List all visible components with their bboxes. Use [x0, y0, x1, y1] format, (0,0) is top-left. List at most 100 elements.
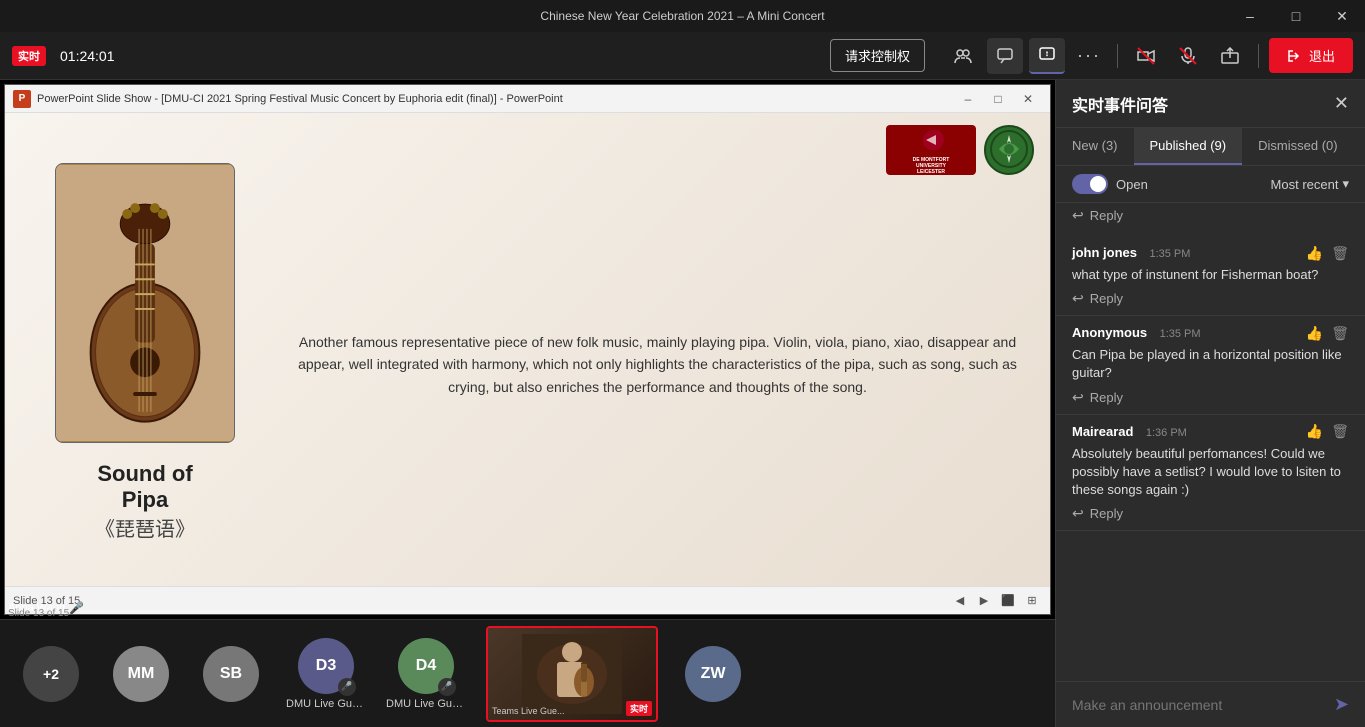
tab-new[interactable]: New (3) — [1056, 128, 1134, 165]
reply-row-1: ↩ Reply — [1072, 284, 1349, 307]
panel-close-button[interactable]: ✕ — [1334, 93, 1349, 114]
top-reply-row: ↩ Reply — [1056, 203, 1365, 228]
participant-mm: MM — [106, 646, 176, 702]
avatar-mm: MM — [113, 646, 169, 702]
qa-time-3: 1:36 PM — [1146, 427, 1187, 439]
window-controls: – □ ✕ — [1227, 0, 1365, 32]
separator — [1117, 44, 1118, 68]
qa-message-2: Anonymous 1:35 PM 👍 🗑 Can Pipa be played… — [1056, 316, 1365, 414]
ppt-close[interactable]: ✕ — [1014, 89, 1042, 109]
participant-zw: ZW — [678, 646, 748, 702]
avatar-d4: D4 🎤 — [398, 638, 454, 694]
qa-message-1-header: john jones 1:35 PM 👍 🗑 — [1072, 244, 1349, 262]
presenter-video: 实时 Teams Live Gue... — [486, 626, 658, 722]
qa-text-3: Absolutely beautiful perfomances! Could … — [1072, 445, 1349, 500]
participants-icon[interactable] — [945, 38, 981, 74]
slide-indicator: Slide 13 of 15 — [8, 608, 69, 619]
avatar-sb: SB — [203, 646, 259, 702]
slide-description: Another famous representative piece of n… — [285, 331, 1030, 398]
meeting-timer: 01:24:01 — [60, 48, 822, 64]
slide-play[interactable]: ▶ — [974, 592, 994, 610]
qa-message-3-meta: Mairearad 1:36 PM — [1072, 423, 1187, 441]
slide-grid[interactable]: ⊞ — [1022, 592, 1042, 610]
d3-label: DMU Live Guest 3 — [286, 698, 366, 710]
toolbar-icons: ··· — [945, 38, 1353, 74]
mic-toggle[interactable] — [1170, 38, 1206, 74]
minimize-button[interactable]: – — [1227, 0, 1273, 32]
qa-text-2: Can Pipa be played in a horizontal posit… — [1072, 346, 1349, 382]
slide-prev[interactable]: ◀ — [950, 592, 970, 610]
pipa-image — [55, 163, 235, 443]
slide-sub-title: Pipa — [95, 487, 195, 513]
announcement-input[interactable] — [1072, 697, 1334, 713]
reply-label-1[interactable]: Reply — [1090, 291, 1123, 306]
qa-message-2-meta: Anonymous 1:35 PM — [1072, 324, 1201, 342]
separator2 — [1258, 44, 1259, 68]
reply-label-2[interactable]: Reply — [1090, 390, 1123, 405]
ppt-window-controls: – □ ✕ — [954, 89, 1042, 109]
delete-button-3[interactable]: 🗑 — [1331, 423, 1349, 440]
d4-mic-icon: 🎤 — [438, 678, 456, 696]
participant-d3: D3 🎤 DMU Live Guest 3 — [286, 638, 366, 710]
slide-left: Sound of Pipa 《琵琶语》 — [25, 163, 265, 566]
avatar-d3: D3 🎤 — [298, 638, 354, 694]
slide-body: Sound of Pipa 《琵琶语》 Another famous repre… — [5, 143, 1050, 586]
chat-icon[interactable] — [987, 38, 1023, 74]
filter-row: Open Most recent ▾ — [1056, 166, 1365, 203]
share-icon[interactable] — [1212, 38, 1248, 74]
avatar-more: +2 — [23, 646, 79, 702]
reply-icon-1: ↩ — [1072, 290, 1084, 307]
ppt-restore[interactable]: □ — [984, 89, 1012, 109]
reply-label-3[interactable]: Reply — [1090, 506, 1123, 521]
main-area: P PowerPoint Slide Show - [DMU-CI 2021 S… — [0, 80, 1365, 727]
slide-content: DE MONTFORTUNIVERSITYLEICESTER — [5, 113, 1050, 614]
tab-published[interactable]: Published (9) — [1134, 128, 1243, 165]
reply-label[interactable]: Reply — [1090, 208, 1123, 223]
reply-row-2: ↩ Reply — [1072, 383, 1349, 406]
more-icon[interactable]: ··· — [1071, 38, 1107, 74]
slide-controls[interactable]: ◀ ▶ ⬛ ⊞ — [950, 592, 1042, 610]
participants-strip: +2 MM SB D3 🎤 DMU Live Guest 3 D4 — [0, 619, 1055, 727]
slide-next[interactable]: ⬛ — [998, 592, 1018, 610]
like-button-1[interactable]: 👍 — [1306, 245, 1323, 262]
like-button-3[interactable]: 👍 — [1306, 423, 1323, 440]
dmu-logo-text: DE MONTFORTUNIVERSITYLEICESTER — [913, 157, 950, 175]
maximize-button[interactable]: □ — [1273, 0, 1319, 32]
leave-button[interactable]: 退出 — [1269, 38, 1353, 73]
reply-row-3: ↩ Reply — [1072, 499, 1349, 522]
ci-logo — [984, 125, 1034, 175]
close-button[interactable]: ✕ — [1319, 0, 1365, 32]
live-badge: 实时 — [12, 46, 46, 66]
reply-icon-2: ↩ — [1072, 389, 1084, 406]
qa-author-2: Anonymous — [1072, 325, 1147, 340]
slide-title-left: Sound of Pipa 《琵琶语》 — [95, 461, 195, 542]
participant-video: 实时 Teams Live Gue... — [486, 626, 658, 722]
send-button[interactable]: ➤ — [1334, 694, 1349, 715]
qa-text-1: what type of instunent for Fisherman boa… — [1072, 266, 1349, 284]
d4-label: DMU Live Guest 4 — [386, 698, 466, 710]
qa-time-2: 1:35 PM — [1160, 328, 1201, 340]
panel-header: 实时事件问答 ✕ — [1056, 80, 1365, 128]
content-area: P PowerPoint Slide Show - [DMU-CI 2021 S… — [0, 80, 1055, 727]
qa-icon[interactable] — [1029, 38, 1065, 74]
right-panel: 实时事件问答 ✕ New (3) Published (9) Dismissed… — [1055, 80, 1365, 727]
qa-actions-2: 👍 🗑 — [1306, 325, 1349, 342]
camera-toggle[interactable] — [1128, 38, 1164, 74]
qa-author-1: john jones — [1072, 245, 1137, 260]
open-toggle[interactable] — [1072, 174, 1108, 194]
tab-dismissed[interactable]: Dismissed (0) — [1242, 128, 1353, 165]
toggle-label: Open — [1116, 177, 1148, 192]
ppt-minimize[interactable]: – — [954, 89, 982, 109]
sort-button[interactable]: Most recent ▾ — [1271, 176, 1349, 192]
like-button-2[interactable]: 👍 — [1306, 325, 1323, 342]
toggle-container: Open — [1072, 174, 1148, 194]
request-control-button[interactable]: 请求控制权 — [830, 39, 925, 72]
slide-main-title: Sound of — [95, 461, 195, 487]
presenter-mic-icon: 🎤 — [69, 601, 84, 615]
delete-button-1[interactable]: 🗑 — [1331, 245, 1349, 262]
qa-actions-1: 👍 🗑 — [1306, 245, 1349, 262]
delete-button-2[interactable]: 🗑 — [1331, 325, 1349, 342]
participant-sb: SB — [196, 646, 266, 702]
participant-d4: D4 🎤 DMU Live Guest 4 — [386, 638, 466, 710]
meeting-toolbar: 实时 01:24:01 请求控制权 ··· — [0, 32, 1365, 80]
